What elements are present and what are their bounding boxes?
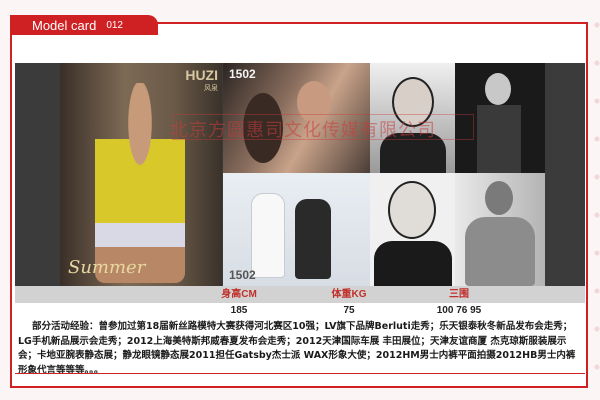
stat-height: 185	[230, 305, 248, 316]
photo-stamp-bottom: 1502	[229, 268, 256, 282]
stats-values: 185 75 100 76 95	[15, 303, 585, 319]
stat-measurements: 100 76 95	[436, 305, 482, 316]
brand-logo: HUZI	[185, 67, 218, 83]
stats-header: 身高CM 体重KG 三围	[15, 286, 585, 303]
model-head	[485, 73, 511, 105]
partner-figure	[251, 193, 285, 278]
model-head	[485, 181, 513, 215]
model-figure-suit	[295, 199, 331, 279]
photo-stamp: 1502	[229, 67, 256, 81]
activity-description: 部分活动经验：曾参加过第18届新丝路模特大赛获得河北赛区10强；LV旗下品牌Be…	[18, 321, 576, 376]
suit	[374, 241, 452, 286]
photo-gallery: HUZI 风泉 Summer 1502 1502	[15, 63, 585, 286]
stat-header-weight: 体重KG	[331, 289, 367, 300]
stat-header-height: 身高CM	[221, 289, 257, 300]
torso	[465, 217, 535, 286]
bottom-divider	[15, 373, 585, 374]
card-title: Model card	[32, 17, 97, 33]
stat-weight: 75	[343, 305, 355, 316]
suit	[477, 105, 521, 173]
photo-caption: Summer	[68, 257, 146, 278]
model-head	[388, 181, 436, 239]
stat-header-measurements: 三围	[449, 289, 469, 300]
watermark-overlay: 北京方圆惠司文化传媒有限公司	[170, 120, 436, 141]
photo-glasses-closeup[interactable]	[370, 173, 455, 286]
model-figure	[95, 83, 185, 283]
card-number: 012	[106, 19, 123, 31]
card-tab: Model card 012	[10, 15, 158, 35]
photo-shirtless[interactable]	[455, 173, 545, 286]
photo-yellow-tank[interactable]: HUZI 风泉 Summer	[60, 63, 222, 286]
photo-couple-white[interactable]: 1502	[223, 173, 370, 286]
brand-sub: 风泉	[204, 84, 218, 92]
